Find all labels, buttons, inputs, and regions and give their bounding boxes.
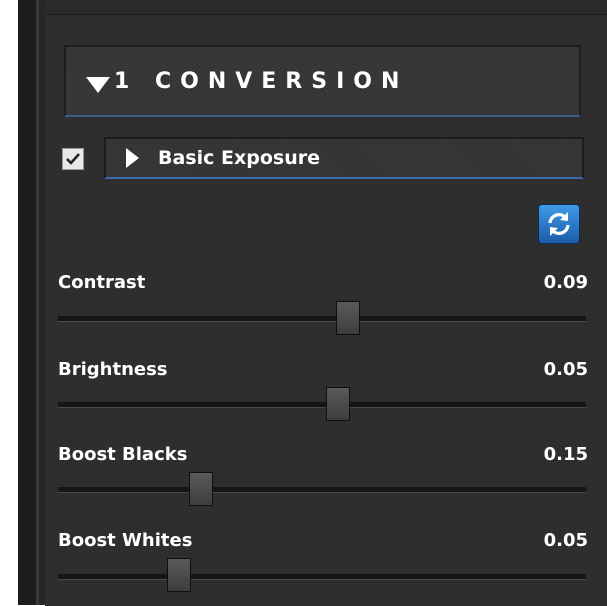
slider-track[interactable]	[58, 316, 586, 322]
slider-value: 0.15	[543, 444, 588, 465]
refresh-arrows-icon	[548, 212, 570, 236]
slider-label: Brightness	[58, 359, 168, 380]
subsection-label: Basic Exposure	[158, 147, 320, 169]
slider-label: Contrast	[58, 272, 146, 293]
basic-exposure-enable-checkbox[interactable]	[62, 148, 84, 170]
slider-label: Boost Blacks	[58, 444, 188, 465]
section-header-conversion[interactable]: 1 CONVERSION	[64, 45, 581, 117]
reset-button[interactable]	[538, 204, 580, 244]
panel-left-rail	[18, 0, 45, 605]
slider-thumb[interactable]	[189, 472, 213, 506]
slider-value: 0.05	[543, 530, 588, 551]
slider-thumb[interactable]	[326, 387, 350, 421]
slider-track[interactable]	[58, 402, 586, 408]
slider-track[interactable]	[58, 574, 586, 580]
checkmark-icon	[66, 153, 80, 165]
slider-value: 0.05	[543, 359, 588, 380]
slider-thumb[interactable]	[167, 558, 191, 592]
slider-label: Boost Whites	[58, 530, 193, 551]
slider-value: 0.09	[543, 272, 588, 293]
section-title: 1 CONVERSION	[114, 69, 409, 94]
disclosure-triangle-right-icon[interactable]	[126, 148, 139, 168]
disclosure-triangle-down-icon[interactable]	[86, 77, 110, 93]
slider-track[interactable]	[58, 487, 586, 493]
slider-thumb[interactable]	[336, 301, 360, 335]
subsection-header-basic-exposure[interactable]: Basic Exposure	[104, 137, 584, 179]
